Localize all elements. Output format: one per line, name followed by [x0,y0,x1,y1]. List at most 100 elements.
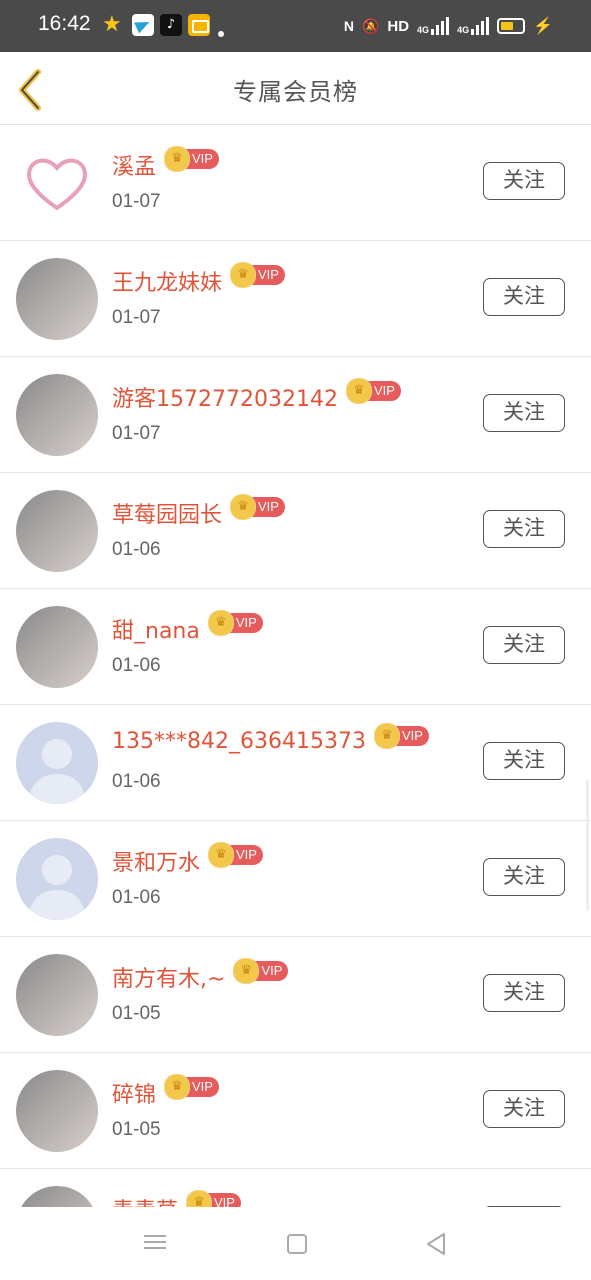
name-line: 草莓园园长 ♛ VIP [112,494,285,529]
system-back-button[interactable] [424,1231,450,1257]
member-name[interactable]: 王九龙妹妹 [112,265,222,297]
mail-icon [188,14,210,36]
back-icon [427,1233,445,1255]
crown-icon: ♛ [186,1190,213,1207]
hd-label: HD [387,17,410,35]
member-name[interactable]: 草莓园园长 [112,497,222,529]
crown-icon: ♛ [230,494,257,520]
avatar-heart-icon[interactable] [16,142,98,224]
member-row[interactable]: 游客1572772032142 ♛ VIP 01-07 关注 [0,357,591,473]
nfc-icon: N [343,18,354,34]
follow-button[interactable]: 关注 [483,1090,565,1128]
person-icon [28,739,86,804]
telegram-icon [132,14,154,36]
vip-badge: ♛ VIP [230,262,285,288]
member-date: 01-06 [112,655,161,676]
member-list[interactable]: 溪孟 ♛ VIP 01-07 关注 王九龙妹妹 ♛ VIP 01-07 关注 游… [0,125,591,1207]
battery-icon [497,18,526,34]
member-name[interactable]: 135***842_636415373 [112,729,366,754]
status-time: 16:42 [38,12,91,35]
member-name[interactable]: 碎锦 [112,1077,156,1109]
member-row[interactable]: 南方有木,~ ♛ VIP 01-05 关注 [0,937,591,1053]
name-line: 碎锦 ♛ VIP [112,1074,219,1109]
member-row[interactable]: 景和万水 ♛ VIP 01-06 关注 [0,821,591,937]
member-name[interactable]: 青青草 [112,1193,178,1207]
name-line: 王九龙妹妹 ♛ VIP [112,262,285,297]
crown-icon: ♛ [345,378,372,404]
vip-badge: ♛ VIP [233,958,289,984]
avatar-photo[interactable] [16,490,98,572]
member-date: 01-07 [112,191,161,212]
member-date: 01-05 [112,1003,161,1024]
member-name[interactable]: 甜_nana [112,613,200,645]
member-row[interactable]: 溪孟 ♛ VIP 01-07 关注 [0,125,591,241]
member-row[interactable]: 青青草 ♛ VIP 关注 [0,1169,591,1207]
avatar-photo[interactable] [16,258,98,340]
home-button[interactable] [284,1231,310,1257]
member-date: 01-07 [112,307,161,328]
menu-button[interactable] [142,1231,168,1257]
name-line: 景和万水 ♛ VIP [112,842,263,877]
crown-icon: ♛ [164,1074,191,1100]
name-line: 南方有木,~ ♛ VIP [112,958,289,993]
member-name[interactable]: 南方有木,~ [112,961,225,993]
member-date: 01-06 [112,771,161,792]
page-title: 专属会员榜 [233,78,358,106]
avatar-photo[interactable] [16,374,98,456]
heart-icon [27,158,87,211]
person-icon [28,855,86,920]
crown-icon: ♛ [164,146,191,172]
signal-2-icon: 4G [457,17,490,35]
network-1-label: 4G [417,25,430,35]
follow-button[interactable]: 关注 [483,510,565,548]
member-date: 01-07 [112,423,161,444]
crown-icon: ♛ [207,610,234,636]
avatar-photo[interactable] [16,606,98,688]
member-date: 01-05 [112,1119,161,1140]
vip-badge: ♛ VIP [345,378,401,404]
status-bar: 16:42 ★ ♪ N 🔕 HD 4G 4G ⚡ [0,0,591,52]
star-icon: ★ [102,12,122,37]
default-avatar-icon[interactable] [16,722,98,804]
signal-1-icon: 4G [417,17,450,35]
member-name[interactable]: 溪孟 [112,149,156,181]
mute-icon: 🔕 [361,17,380,34]
member-row[interactable]: 王九龙妹妹 ♛ VIP 01-07 关注 [0,241,591,357]
member-date: 01-06 [112,539,161,560]
network-2-label: 4G [457,25,470,35]
follow-button[interactable]: 关注 [483,278,565,316]
member-row[interactable]: 甜_nana ♛ VIP 01-06 关注 [0,589,591,705]
member-name[interactable]: 景和万水 [112,845,200,877]
avatar-photo[interactable] [16,1186,98,1207]
crown-icon: ♛ [233,958,260,984]
follow-button[interactable]: 关注 [483,974,565,1012]
follow-button[interactable]: 关注 [483,742,565,780]
name-line: 甜_nana ♛ VIP [112,610,263,645]
vip-badge: ♛ VIP [230,494,285,520]
vip-badge: ♛ VIP [186,1190,241,1207]
vip-badge: ♛ VIP [208,842,263,868]
follow-button[interactable]: 关注 [483,394,565,432]
name-line: 青青草 ♛ VIP [112,1190,241,1207]
crown-icon: ♛ [230,262,257,288]
member-row[interactable]: 135***842_636415373 ♛ VIP 01-06 关注 [0,705,591,821]
system-nav-bar [0,1207,591,1280]
charging-icon: ⚡ [533,18,553,35]
home-icon [287,1234,307,1254]
scrollbar[interactable] [586,780,589,910]
member-name[interactable]: 游客1572772032142 [112,381,338,413]
follow-button[interactable]: 关注 [483,162,565,200]
status-right: N 🔕 HD 4G 4G ⚡ [344,14,553,38]
follow-button[interactable]: 关注 [483,858,565,896]
member-row[interactable]: 草莓园园长 ♛ VIP 01-06 关注 [0,473,591,589]
avatar-photo[interactable] [16,954,98,1036]
tiktok-icon: ♪ [160,14,182,36]
follow-button[interactable]: 关注 [483,626,565,664]
member-row[interactable]: 碎锦 ♛ VIP 01-05 关注 [0,1053,591,1169]
vip-badge: ♛ VIP [207,610,263,636]
avatar-photo[interactable] [16,1070,98,1152]
vip-badge: ♛ VIP [373,722,429,749]
name-line: 游客1572772032142 ♛ VIP [112,378,401,413]
name-line: 溪孟 ♛ VIP [112,146,219,181]
default-avatar-icon[interactable] [16,838,98,920]
